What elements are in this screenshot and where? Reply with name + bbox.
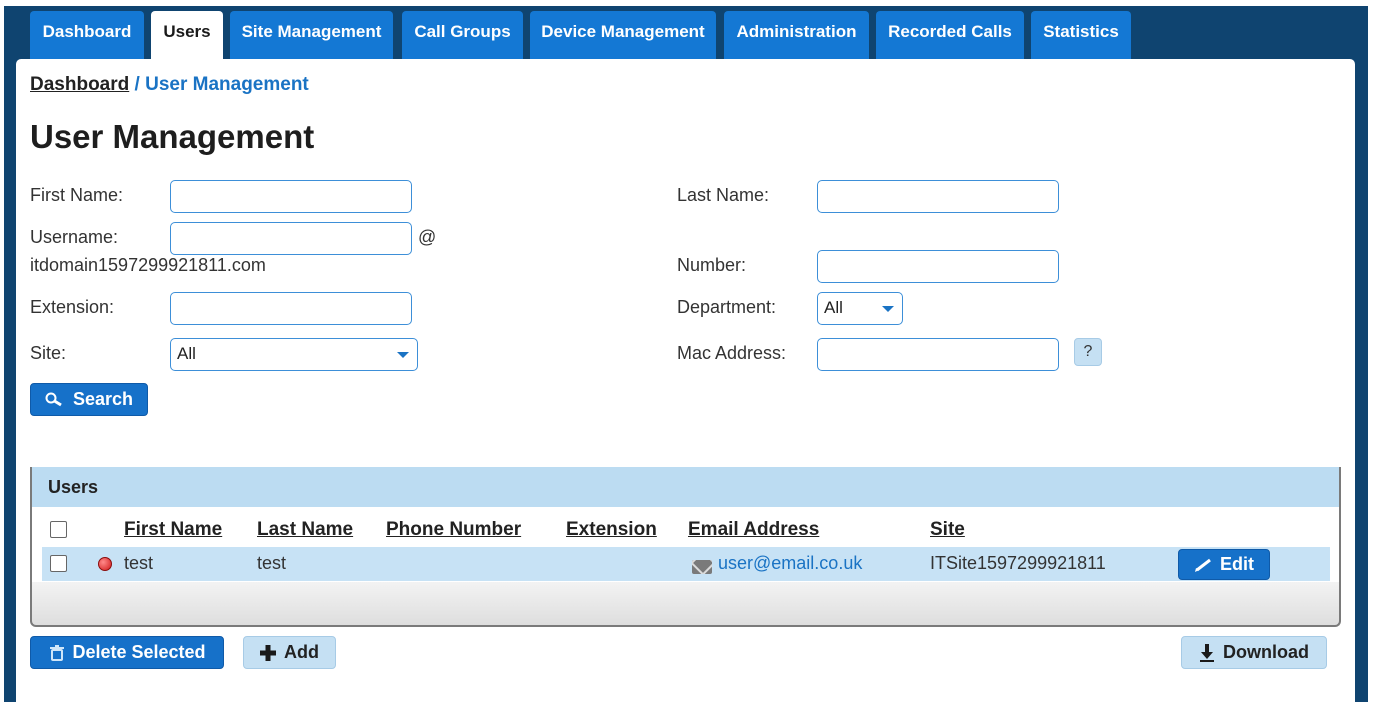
pencil-icon	[1195, 558, 1211, 572]
department-select[interactable]: All	[817, 292, 903, 325]
mac-address-label: Mac Address:	[677, 343, 787, 363]
tab-statistics[interactable]: Statistics	[1031, 11, 1131, 59]
cell-email-link[interactable]: user@email.co.uk	[718, 553, 862, 574]
status-icon	[98, 557, 112, 571]
search-icon	[45, 392, 62, 406]
cell-first-name: test	[124, 553, 154, 573]
edit-button[interactable]: Edit	[1178, 549, 1270, 580]
department-select-value: All	[824, 298, 843, 317]
site-select-value: All	[177, 344, 196, 363]
username-at-symbol: @	[418, 227, 437, 247]
first-name-label: First Name:	[30, 185, 124, 205]
column-site[interactable]: Site	[930, 519, 965, 541]
tab-device-management[interactable]: Device Management	[530, 11, 716, 59]
add-button[interactable]: Add	[243, 636, 336, 669]
delete-selected-label: Delete Selected	[72, 642, 206, 662]
edit-button-label: Edit	[1220, 554, 1254, 574]
table-row[interactable]: test test user@email.co.uk ITSite1597299…	[42, 547, 1330, 581]
row-checkbox[interactable]	[50, 555, 67, 572]
last-name-input[interactable]	[817, 180, 1059, 213]
column-extension[interactable]: Extension	[566, 519, 657, 541]
delete-icon	[50, 644, 65, 661]
select-all-checkbox[interactable]	[50, 521, 67, 538]
tab-users[interactable]: Users	[151, 11, 223, 63]
plus-icon	[260, 644, 276, 661]
mac-address-input[interactable]	[817, 338, 1059, 371]
mac-help-button[interactable]: ?	[1074, 338, 1102, 366]
column-last-name[interactable]: Last Name	[257, 519, 353, 541]
grid-title: Users	[32, 467, 1339, 507]
add-button-label: Add	[284, 642, 319, 662]
breadcrumb-current: User Management	[145, 74, 309, 95]
cell-site: ITSite1597299921811	[930, 553, 1106, 573]
department-label: Department:	[677, 297, 777, 317]
column-phone-number[interactable]: Phone Number	[386, 519, 521, 541]
breadcrumb-separator: /	[134, 74, 140, 95]
breadcrumb: Dashboard / User Management	[30, 74, 309, 96]
search-button[interactable]: Search	[30, 383, 148, 416]
username-domain: itdomain1597299921811.com	[30, 255, 266, 275]
tab-recorded-calls[interactable]: Recorded Calls	[876, 11, 1024, 59]
site-label: Site:	[30, 343, 67, 363]
tab-site-management[interactable]: Site Management	[230, 11, 393, 59]
column-first-name[interactable]: First Name	[124, 519, 222, 541]
chevron-down-icon	[882, 306, 894, 312]
tab-dashboard[interactable]: Dashboard	[30, 11, 144, 59]
download-button-label: Download	[1223, 642, 1309, 662]
username-label: Username:	[30, 227, 119, 247]
chevron-down-icon	[397, 352, 409, 358]
tab-call-groups[interactable]: Call Groups	[402, 11, 523, 59]
cell-last-name: test	[257, 553, 287, 573]
tab-administration[interactable]: Administration	[724, 11, 869, 59]
search-button-label: Search	[72, 389, 134, 409]
page-title: User Management	[30, 118, 315, 155]
first-name-input[interactable]	[170, 180, 412, 213]
envelope-icon	[692, 560, 712, 574]
number-label: Number:	[677, 255, 747, 275]
extension-label: Extension:	[30, 297, 115, 317]
column-email-address[interactable]: Email Address	[688, 519, 819, 541]
last-name-label: Last Name:	[677, 185, 770, 205]
delete-selected-button[interactable]: Delete Selected	[30, 636, 224, 669]
extension-input[interactable]	[170, 292, 412, 325]
site-select[interactable]: All	[170, 338, 418, 371]
username-input[interactable]	[170, 222, 412, 255]
number-input[interactable]	[817, 250, 1059, 283]
download-button[interactable]: Download	[1181, 636, 1327, 669]
download-icon	[1200, 643, 1214, 662]
breadcrumb-dashboard-link[interactable]: Dashboard	[30, 74, 129, 95]
users-grid: Users First Name Last Name Phone Number …	[30, 467, 1341, 627]
